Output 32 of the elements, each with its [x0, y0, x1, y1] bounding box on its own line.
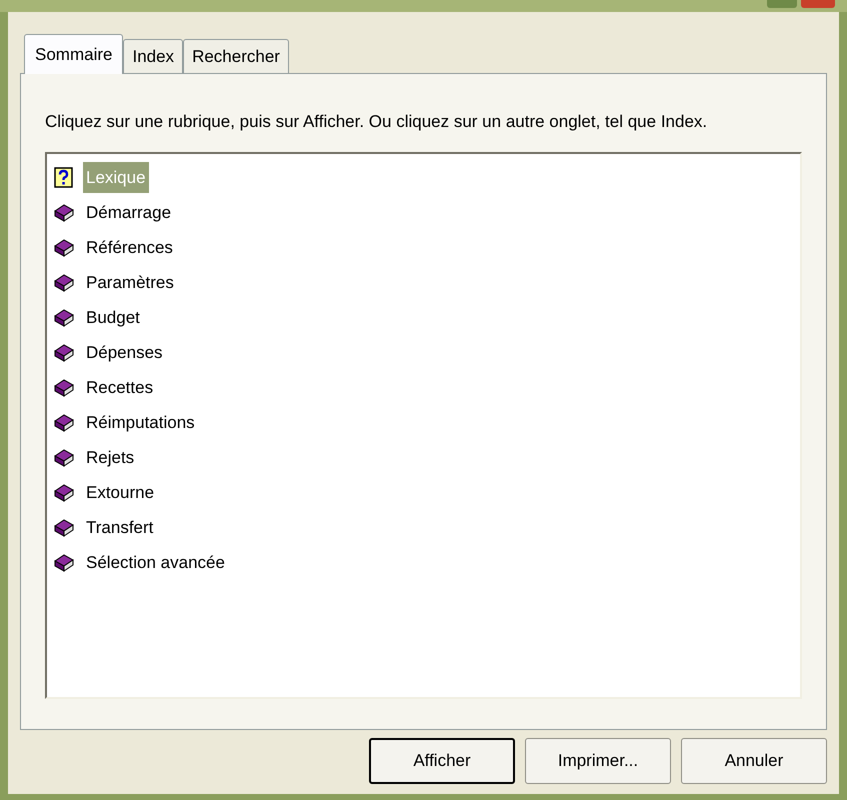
book-icon — [53, 306, 75, 328]
book-icon — [53, 342, 75, 364]
topic-item[interactable]: Transfert — [83, 512, 156, 544]
topic-item[interactable]: Extourne — [83, 476, 158, 508]
book-icon — [53, 516, 75, 538]
tab[interactable]: Index — [123, 39, 184, 73]
help-page-icon — [53, 166, 75, 188]
book-icon — [53, 202, 75, 224]
topic-item[interactable]: Rejets — [83, 442, 138, 474]
dialog-button[interactable]: Annuler — [681, 738, 827, 784]
topic-item[interactable]: Dépenses — [83, 336, 166, 368]
topic-item[interactable]: Réimputations — [83, 406, 198, 438]
book-icon — [53, 272, 75, 294]
topic-item[interactable]: Budget — [83, 302, 143, 334]
topic-item[interactable]: Références — [83, 232, 176, 264]
topic-item[interactable]: Recettes — [83, 372, 156, 404]
book-icon — [53, 552, 75, 574]
dialog-button[interactable]: Afficher — [369, 738, 515, 784]
book-icon — [53, 482, 75, 504]
close-button[interactable] — [801, 0, 835, 8]
book-icon — [53, 412, 75, 434]
maximize-button[interactable] — [767, 0, 797, 8]
tab[interactable]: Rechercher — [183, 39, 289, 73]
book-icon — [53, 236, 75, 258]
topic-item[interactable]: Sélection avancée — [83, 546, 228, 578]
topic-item[interactable]: Paramètres — [83, 266, 177, 298]
book-icon — [53, 446, 75, 468]
dialog-button[interactable]: Imprimer... — [525, 738, 671, 784]
topic-item[interactable]: Démarrage — [83, 196, 174, 228]
book-icon — [53, 376, 75, 398]
tab[interactable]: Sommaire — [24, 34, 124, 74]
instructions-text: Cliquez sur une rubrique, puis sur Afficher. Ou cliquez sur un autre onglet, tel que Index. — [45, 112, 708, 132]
